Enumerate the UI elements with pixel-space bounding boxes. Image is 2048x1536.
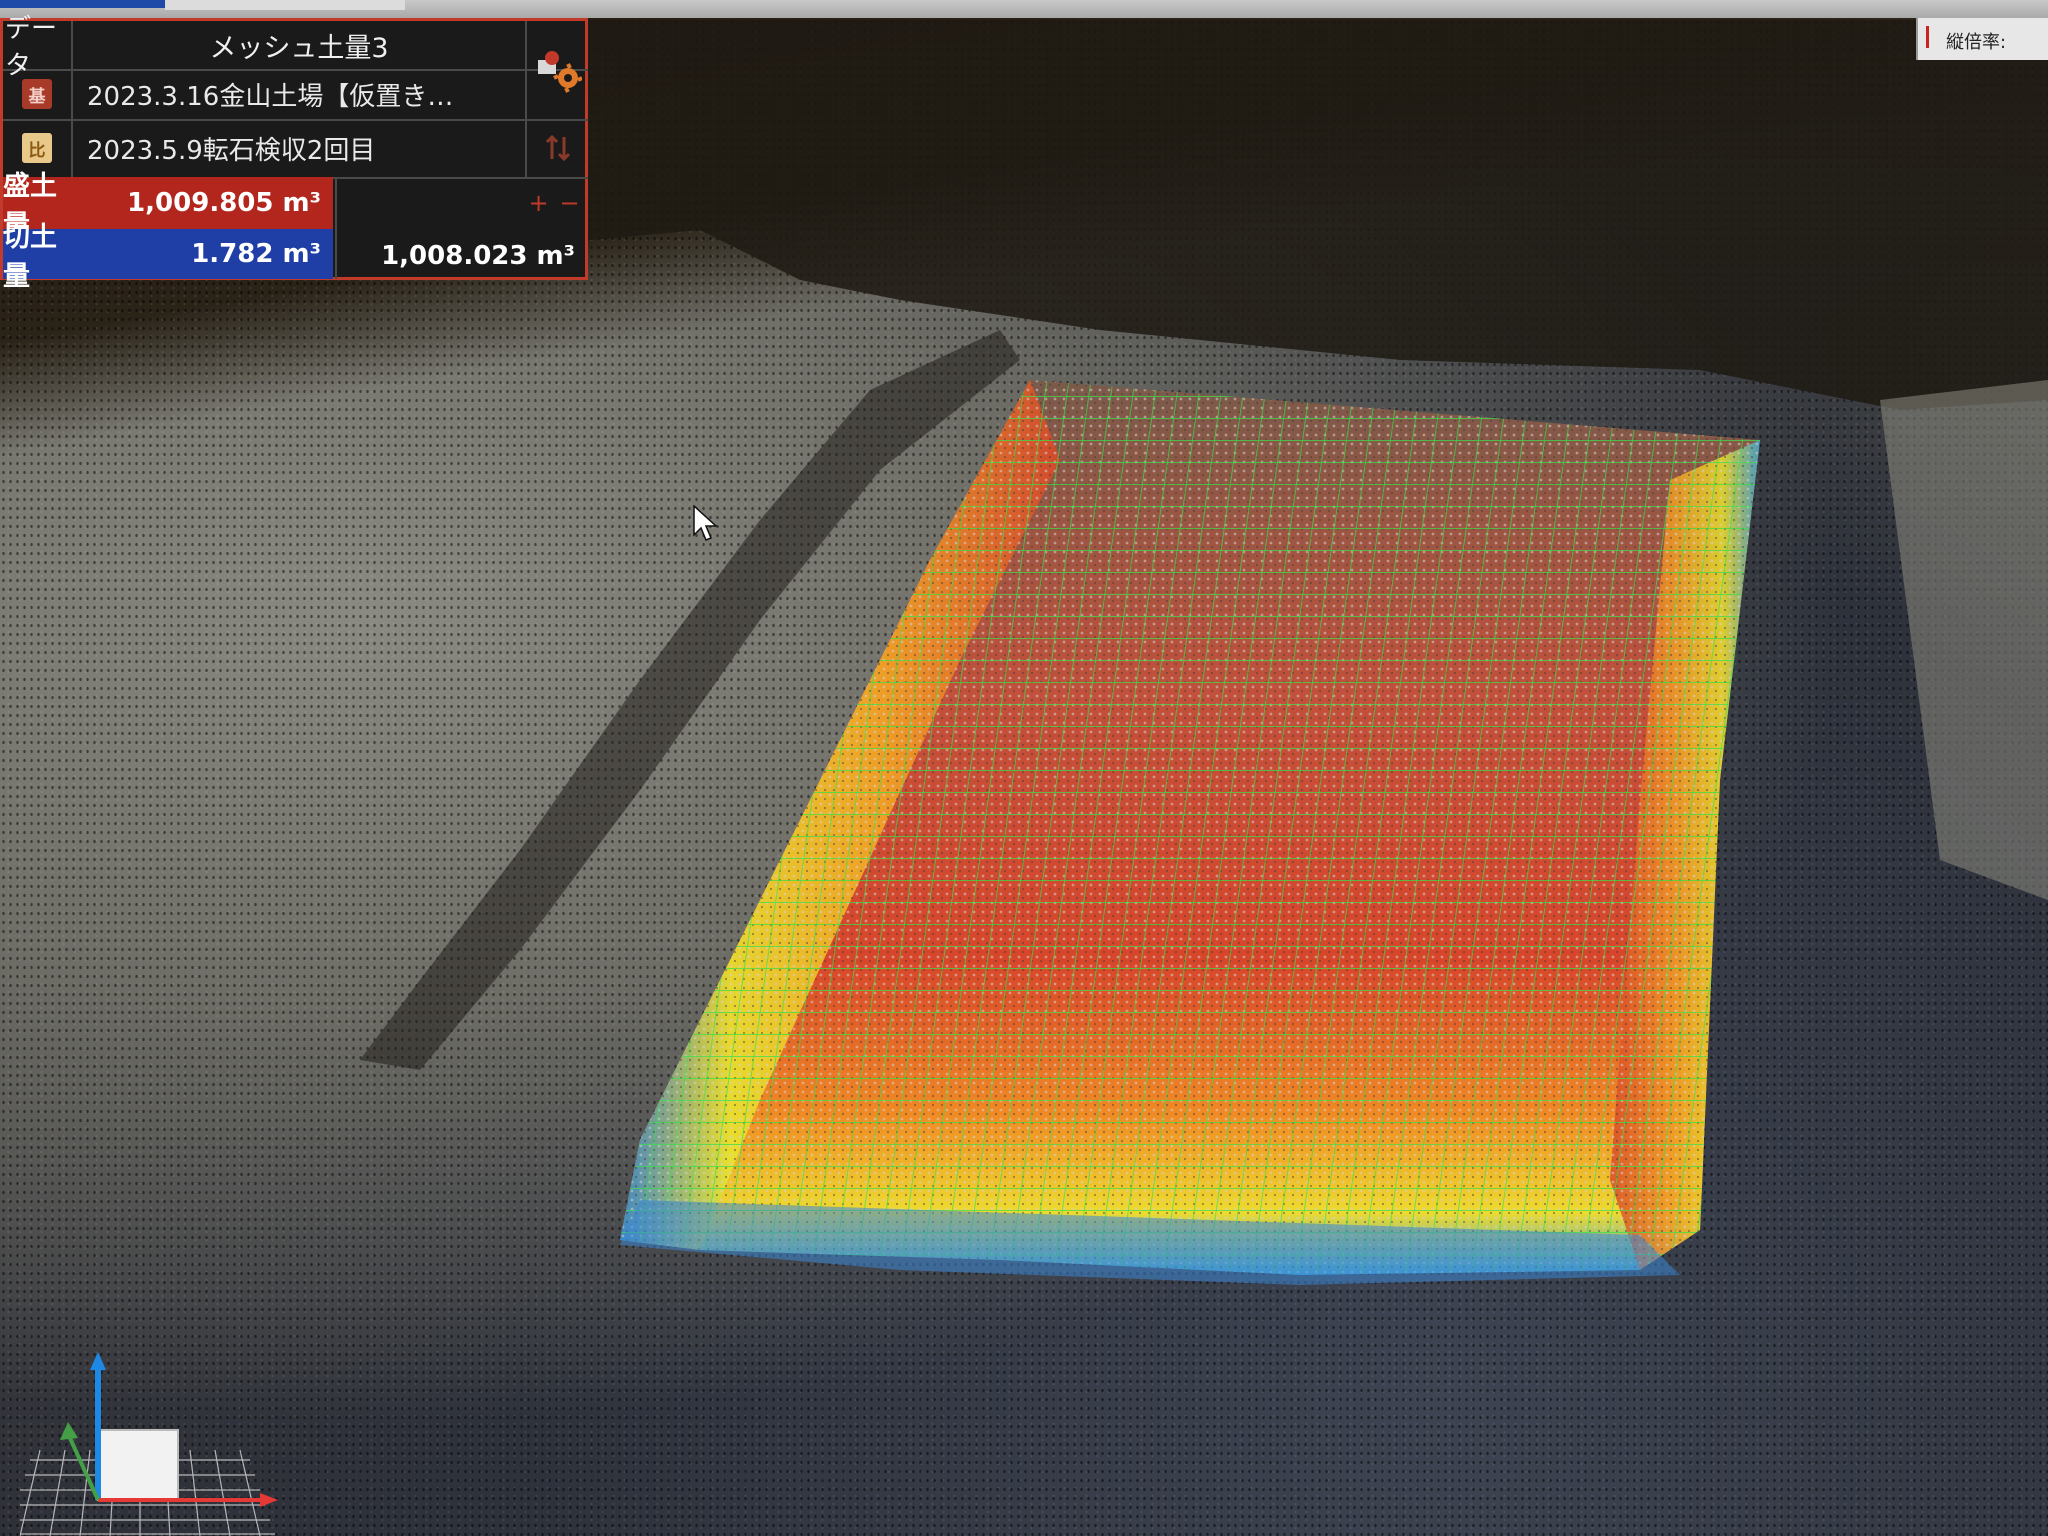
vertical-scale-label: 縦倍率: <box>1946 32 2007 53</box>
mouse-cursor-icon <box>693 505 718 541</box>
y-axis <box>68 1437 100 1501</box>
cut-volume-label: 切土量 <box>3 222 73 292</box>
swap-arrows-icon <box>545 134 570 162</box>
vertical-scale-control[interactable]: 縦倍率: <box>1916 18 2048 60</box>
base-data-name: 2023.3.16金山土場【仮置き… <box>87 81 454 112</box>
difference-volume-value: 1,008.023 m³ <box>335 177 585 279</box>
swap-button[interactable] <box>525 119 588 177</box>
panel-header-row: データ メッシュ土量3 <box>3 14 588 81</box>
base-data-row[interactable]: 基 2023.3.16金山土場【仮置き… <box>3 69 588 121</box>
mesh-volume-panel: データ メッシュ土量3 基 2023.3.16金山土場【仮置き… 比 2023.… <box>0 14 588 292</box>
data-header-label: データ <box>3 14 73 81</box>
compare-data-name: 2023.5.9転石検収2回目 <box>87 135 376 166</box>
base-badge: 基 <box>22 79 52 109</box>
base-badge-cell: 基 <box>3 69 73 119</box>
axis-gizmo[interactable] <box>20 1350 280 1536</box>
fill-volume-value: 1,009.805 m³ <box>73 177 333 229</box>
cut-volume-value: 1.782 m³ <box>73 229 333 279</box>
window-top-strip <box>0 0 2048 18</box>
mesh-title: メッシュ土量3 <box>209 32 389 64</box>
compare-badge: 比 <box>22 133 52 163</box>
compare-data-row[interactable]: 比 2023.5.9転石検収2回目 <box>3 119 588 179</box>
active-tab-indicator[interactable] <box>0 0 165 8</box>
tab-bar[interactable] <box>165 0 405 10</box>
vertical-scale-marker <box>1926 26 1929 48</box>
